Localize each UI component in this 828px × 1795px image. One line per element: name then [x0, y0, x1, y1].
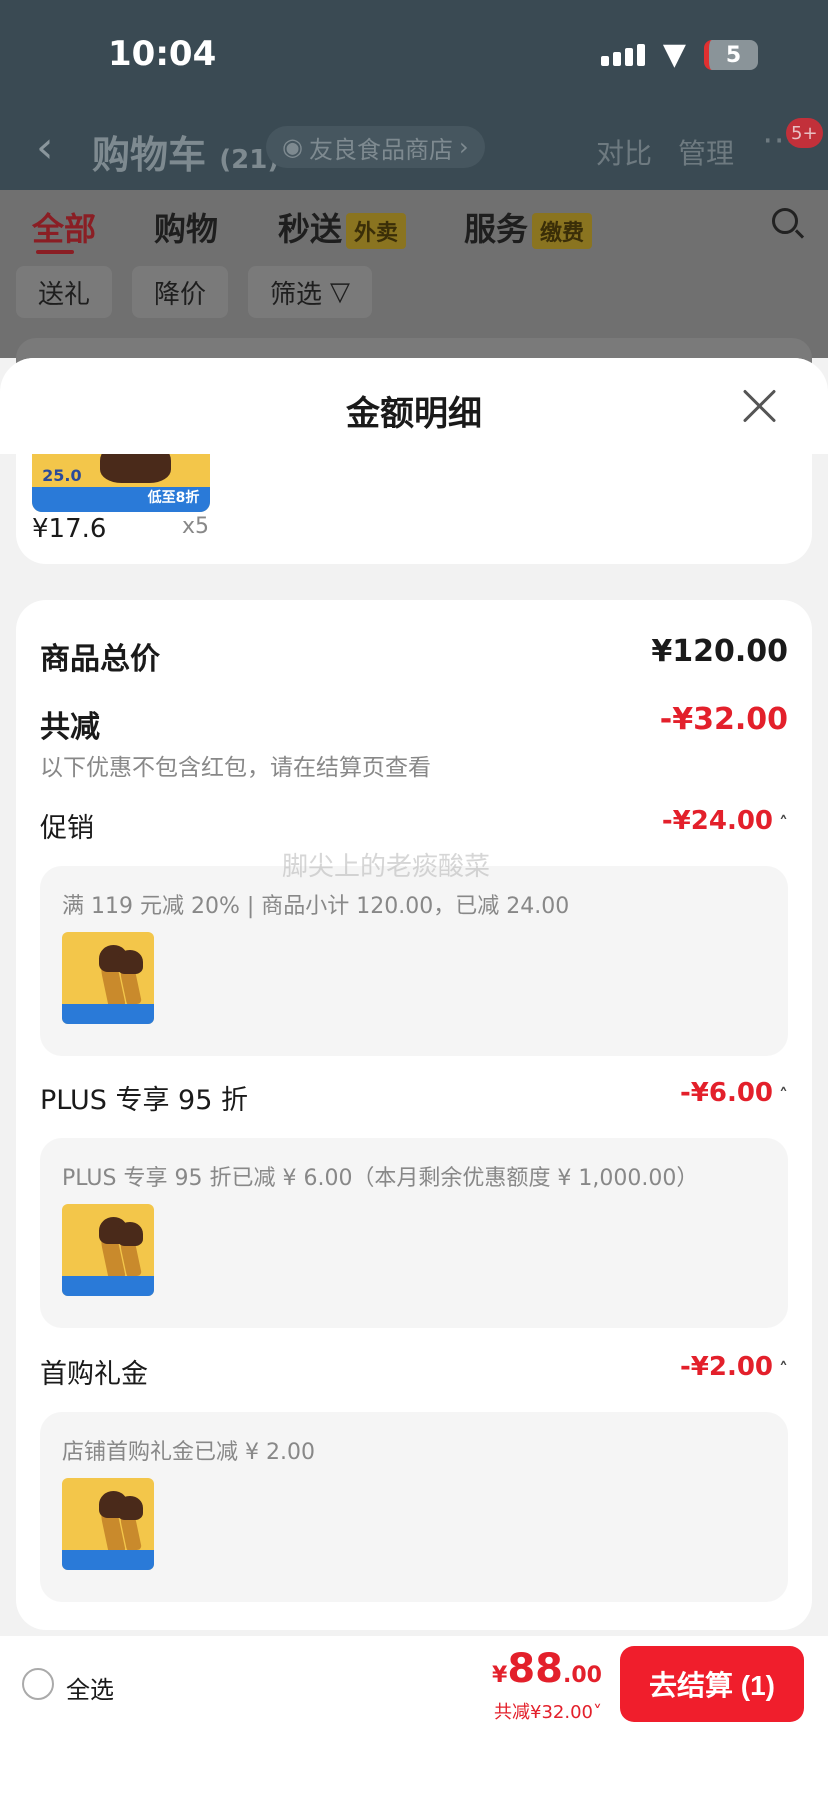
tab-badge: 缴费 [532, 213, 593, 249]
section-detail-text: 店铺首购礼金已减 ¥ 2.00 [62, 1440, 315, 1465]
product-thumbnail[interactable] [62, 1204, 154, 1296]
filter-price-drop[interactable]: 降价 [132, 266, 229, 318]
battery-icon: 5 [704, 40, 758, 70]
eye-icon: ◉ [282, 133, 303, 161]
filter-gift[interactable]: 送礼 [16, 266, 113, 318]
section-amount-text: -¥6.00 [679, 1078, 773, 1108]
close-icon[interactable] [742, 388, 778, 424]
watermark: 脚尖上的老痰酸菜 [282, 852, 491, 882]
discount-row: 共减 -¥32.00 [40, 702, 788, 746]
product-thumbnail[interactable]: 25.0 低至8折 [32, 454, 210, 512]
section-header-promo[interactable]: 促销 -¥24.00 ˄ [40, 806, 788, 845]
ice-cream-image [62, 1478, 154, 1570]
signal-icon [600, 44, 645, 66]
tab-label: 全部 [32, 210, 97, 248]
tab-label: 购物 [154, 210, 219, 248]
total-price: ¥88.00 [492, 1646, 602, 1692]
section-label: PLUS 专享 95 折 [40, 1085, 248, 1116]
amount-detail-sheet: 金额明细 25.0 低至8折 ¥17.6 x5 商品总价 ¥120.00 共减 … [0, 358, 828, 1795]
product-thumbnail[interactable] [62, 932, 154, 1024]
tab-label: 服务 [464, 210, 529, 248]
discount-note: 以下优惠不包含红包，请在结算页查看 [40, 755, 431, 781]
chevron-right-icon: › [458, 133, 469, 161]
tab-shopping[interactable]: 购物 [154, 204, 218, 250]
tab-all[interactable]: 全部 [32, 204, 96, 250]
discount-label: 共减 [40, 710, 100, 745]
section-amount: -¥24.00 ˄ [662, 806, 788, 836]
section-header-first-purchase[interactable]: 首购礼金 -¥2.00 ˄ [40, 1352, 788, 1391]
total-value: ¥120.00 [651, 634, 788, 669]
funnel-icon: ▽ [330, 277, 351, 307]
total-discount-toggle[interactable]: 共减¥32.00˅ [494, 1698, 602, 1724]
store-name: 友良食品商店 [308, 135, 453, 164]
amount-detail-card: 商品总价 ¥120.00 共减 -¥32.00 以下优惠不包含红包，请在结算页查… [16, 600, 812, 1630]
ice-cream-image [62, 932, 154, 1024]
section-detail-box: PLUS 专享 95 折已减 ¥ 6.00（本月剩余优惠额度 ¥ 1,000.0… [40, 1138, 788, 1328]
total-label: 商品总价 [40, 642, 160, 677]
section-label: 促销 [40, 813, 94, 844]
nav-bar: ‹ 购物车 (21) ◉ 友良食品商店 › 对比 管理 ⋯ [0, 100, 828, 190]
price-integer: 88 [507, 1646, 564, 1692]
ice-cream-image: 25.0 低至8折 [32, 454, 210, 512]
section-amount-text: -¥2.00 [679, 1352, 773, 1382]
status-bar: 10:04 ▼ 5 [0, 0, 828, 100]
sheet-header: 金额明细 [0, 358, 828, 454]
chevron-up-icon: ˄ [779, 813, 788, 834]
sheet-title: 金额明细 [346, 394, 482, 434]
section-amount: -¥2.00 ˄ [680, 1352, 788, 1382]
discount-value: -¥32.00 [659, 702, 788, 737]
checkout-button[interactable]: 去结算 (1) [620, 1646, 804, 1722]
price-decimal: .00 [563, 1663, 602, 1688]
section-detail-text: PLUS 专享 95 折已减 ¥ 6.00（本月剩余优惠额度 ¥ 1,000.0… [62, 1166, 699, 1191]
store-pill[interactable]: ◉ 友良食品商店 › [266, 126, 485, 168]
status-icons: ▼ 5 [600, 37, 758, 72]
chevron-down-icon: ˅ [593, 1702, 602, 1723]
section-amount-text: -¥24.00 [661, 806, 773, 836]
chevron-up-icon: ˄ [779, 1085, 788, 1106]
search-icon[interactable] [772, 208, 798, 234]
product-quantity: x5 [182, 514, 210, 539]
ice-cream-image [62, 1204, 154, 1296]
filter-button[interactable]: 筛选 ▽ [248, 266, 373, 318]
page-title: 购物车 (21) [92, 124, 279, 179]
chevron-up-icon: ˄ [779, 1359, 788, 1380]
back-icon[interactable]: ‹ [36, 122, 54, 173]
section-detail-box: 店铺首购礼金已减 ¥ 2.00 [40, 1412, 788, 1602]
tab-label: 秒送 [278, 210, 343, 248]
wifi-icon: ▼ [662, 37, 686, 72]
tab-badge: 外卖 [346, 213, 407, 249]
product-price: ¥17.6 [32, 514, 107, 544]
thumb-price: 25.0 [39, 465, 85, 485]
select-all-label[interactable]: 全选 [66, 1670, 114, 1705]
compare-button[interactable]: 对比 [596, 132, 652, 172]
section-header-plus[interactable]: PLUS 专享 95 折 -¥6.00 ˄ [40, 1078, 788, 1117]
tab-instant[interactable]: 秒送 外卖 [278, 204, 407, 250]
thumb-banner: 低至8折 [147, 490, 200, 507]
section-amount: -¥6.00 ˄ [680, 1078, 788, 1108]
more-badge: 5+ [786, 118, 823, 148]
category-tabs: 全部 购物 秒送 外卖 服务 缴费 [0, 190, 828, 266]
home-indicator-area [0, 1730, 828, 1795]
section-detail-text: 满 119 元减 20% | 商品小计 120.00，已减 24.00 [62, 894, 570, 919]
total-row: 商品总价 ¥120.00 [40, 634, 788, 678]
filter-label: 筛选 [270, 279, 323, 310]
section-detail-box: 满 119 元减 20% | 商品小计 120.00，已减 24.00 [40, 866, 788, 1056]
product-thumbnail[interactable] [62, 1478, 154, 1570]
select-all-checkbox[interactable] [22, 1668, 54, 1700]
price-currency: ¥ [492, 1663, 508, 1688]
tab-service[interactable]: 服务 缴费 [464, 204, 593, 250]
manage-button[interactable]: 管理 [678, 132, 734, 172]
page-title-text: 购物车 [92, 133, 207, 177]
product-card: 25.0 低至8折 ¥17.6 x5 [16, 454, 812, 564]
section-label: 首购礼金 [40, 1359, 148, 1390]
status-time: 10:04 [108, 34, 217, 74]
total-discount-text: 共减¥32.00 [494, 1702, 593, 1723]
tab-active-indicator [36, 250, 74, 254]
checkout-bar: 全选 ¥88.00 共减¥32.00˅ 去结算 (1) [0, 1636, 828, 1730]
